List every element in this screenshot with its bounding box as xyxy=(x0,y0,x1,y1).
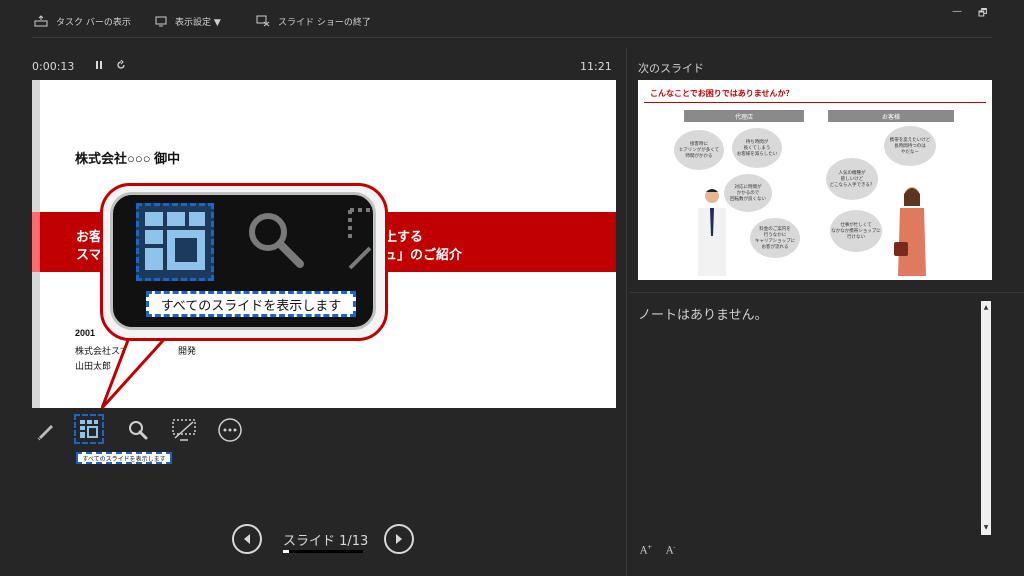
slide-counter[interactable]: スライド 1/13 xyxy=(283,530,368,549)
next-arrow-icon xyxy=(396,534,402,544)
notes-scrollbar[interactable]: ▲ ▼ xyxy=(981,301,991,535)
zoom-slide-grid-icon xyxy=(136,203,214,281)
slide-grid-icon xyxy=(80,420,98,438)
restart-timer-icon[interactable] xyxy=(116,59,126,73)
bubble-right-1: 携帯を変えたいけど 長時間待つのは やだなー xyxy=(884,126,936,166)
callout-tooltip-label: すべてのスライドを表示します xyxy=(146,291,356,317)
elapsed-timer: 0:00:13 xyxy=(32,60,75,73)
minimize-button[interactable]: — xyxy=(952,6,962,17)
pen-tool-button[interactable] xyxy=(32,416,60,444)
magnify-icon xyxy=(129,421,148,440)
next-slide-button[interactable] xyxy=(384,524,414,554)
slide-progress-bar xyxy=(283,550,363,553)
band-line2-right: ュ」のご紹介 xyxy=(384,247,463,262)
band-line1-right: 上する xyxy=(384,229,424,244)
decrease-font-button[interactable]: A- xyxy=(666,544,675,556)
scroll-down-icon[interactable]: ▼ xyxy=(981,523,991,533)
increase-font-button[interactable]: A+ xyxy=(640,544,652,556)
show-taskbar-label: タスク バーの表示 xyxy=(56,17,131,28)
bubble-right-3: 仕事が忙しくて なかなか携帯ショップに 行けない xyxy=(830,210,882,252)
speaker-notes[interactable]: ノートはありません。 xyxy=(638,304,768,323)
zoom-black-screen-icon xyxy=(344,208,374,282)
slide-title-band-accent xyxy=(32,212,40,272)
slide-progress-fill xyxy=(283,550,290,553)
black-screen-icon xyxy=(172,419,196,441)
scroll-up-icon[interactable]: ▲ xyxy=(981,303,991,313)
black-screen-button[interactable] xyxy=(170,416,198,444)
restore-button[interactable]: 🗗 xyxy=(978,6,987,23)
tools-tooltip: すべてのスライドを表示します xyxy=(76,452,172,464)
next-slide-left-head: 代理店 xyxy=(684,110,804,122)
display-settings-label: 表示設定 ▼ xyxy=(175,17,221,28)
end-slideshow-label: スライド ショーの終了 xyxy=(278,17,371,28)
bubble-right-2: 人気の機種が 欲しいけど どこなら入手できる？ xyxy=(826,158,878,200)
notes-divider xyxy=(630,292,1024,293)
see-all-slides-button[interactable] xyxy=(74,414,104,444)
businessman-figure xyxy=(698,189,726,276)
next-slide-title: こんなことでお困りではありませんか？ xyxy=(650,89,794,98)
pane-divider xyxy=(626,48,627,576)
band-line2-left: スマ xyxy=(76,247,102,262)
toolbar-divider xyxy=(32,37,992,38)
zoom-magnify-icon xyxy=(244,208,308,276)
more-icon xyxy=(218,418,242,442)
bubble-left-4: 料金のご案内を 行うなかに キャリアショップに お客が流れる xyxy=(750,218,800,258)
previous-arrow-icon xyxy=(244,534,250,544)
show-taskbar-button[interactable]: タスク バーの表示 xyxy=(34,12,131,30)
pause-timer-icon[interactable] xyxy=(94,60,104,73)
end-slideshow-icon xyxy=(256,15,270,27)
display-settings-icon xyxy=(155,16,167,27)
display-settings-button[interactable]: 表示設定 ▼ xyxy=(155,12,221,30)
callout-pointer xyxy=(100,333,172,410)
pen-icon xyxy=(37,425,53,441)
previous-slide-button[interactable] xyxy=(232,524,262,554)
next-slide-thumbnail[interactable]: こんなことでお困りではありませんか？ 代理店 お客様 接客時に ヒアリングが多く… xyxy=(638,80,992,280)
top-toolbar: タスク バーの表示 表示設定 ▼ スライド ショーの終了 — 🗗 xyxy=(0,0,1024,40)
bubble-left-1: 接客時に ヒアリングが多くて 時間がかかる xyxy=(674,130,724,170)
band-line1-left: お客 xyxy=(76,229,103,244)
zoom-button[interactable] xyxy=(124,416,152,444)
end-slideshow-button[interactable]: スライド ショーの終了 xyxy=(256,12,371,30)
bubble-left-2: 待ち時間が 長くてしまう お客様を減らしたい xyxy=(732,128,782,168)
slide-company-name: 株式会社○○○ 御中 xyxy=(75,151,181,166)
taskbar-icon xyxy=(34,15,48,27)
more-options-button[interactable] xyxy=(216,416,244,444)
next-slide-right-head: お客様 xyxy=(828,110,954,122)
next-slide-title-rule xyxy=(644,102,986,103)
clock: 11:21 xyxy=(580,60,612,73)
businesswoman-figure xyxy=(894,187,926,276)
next-slide-label: 次のスライド xyxy=(638,62,704,75)
